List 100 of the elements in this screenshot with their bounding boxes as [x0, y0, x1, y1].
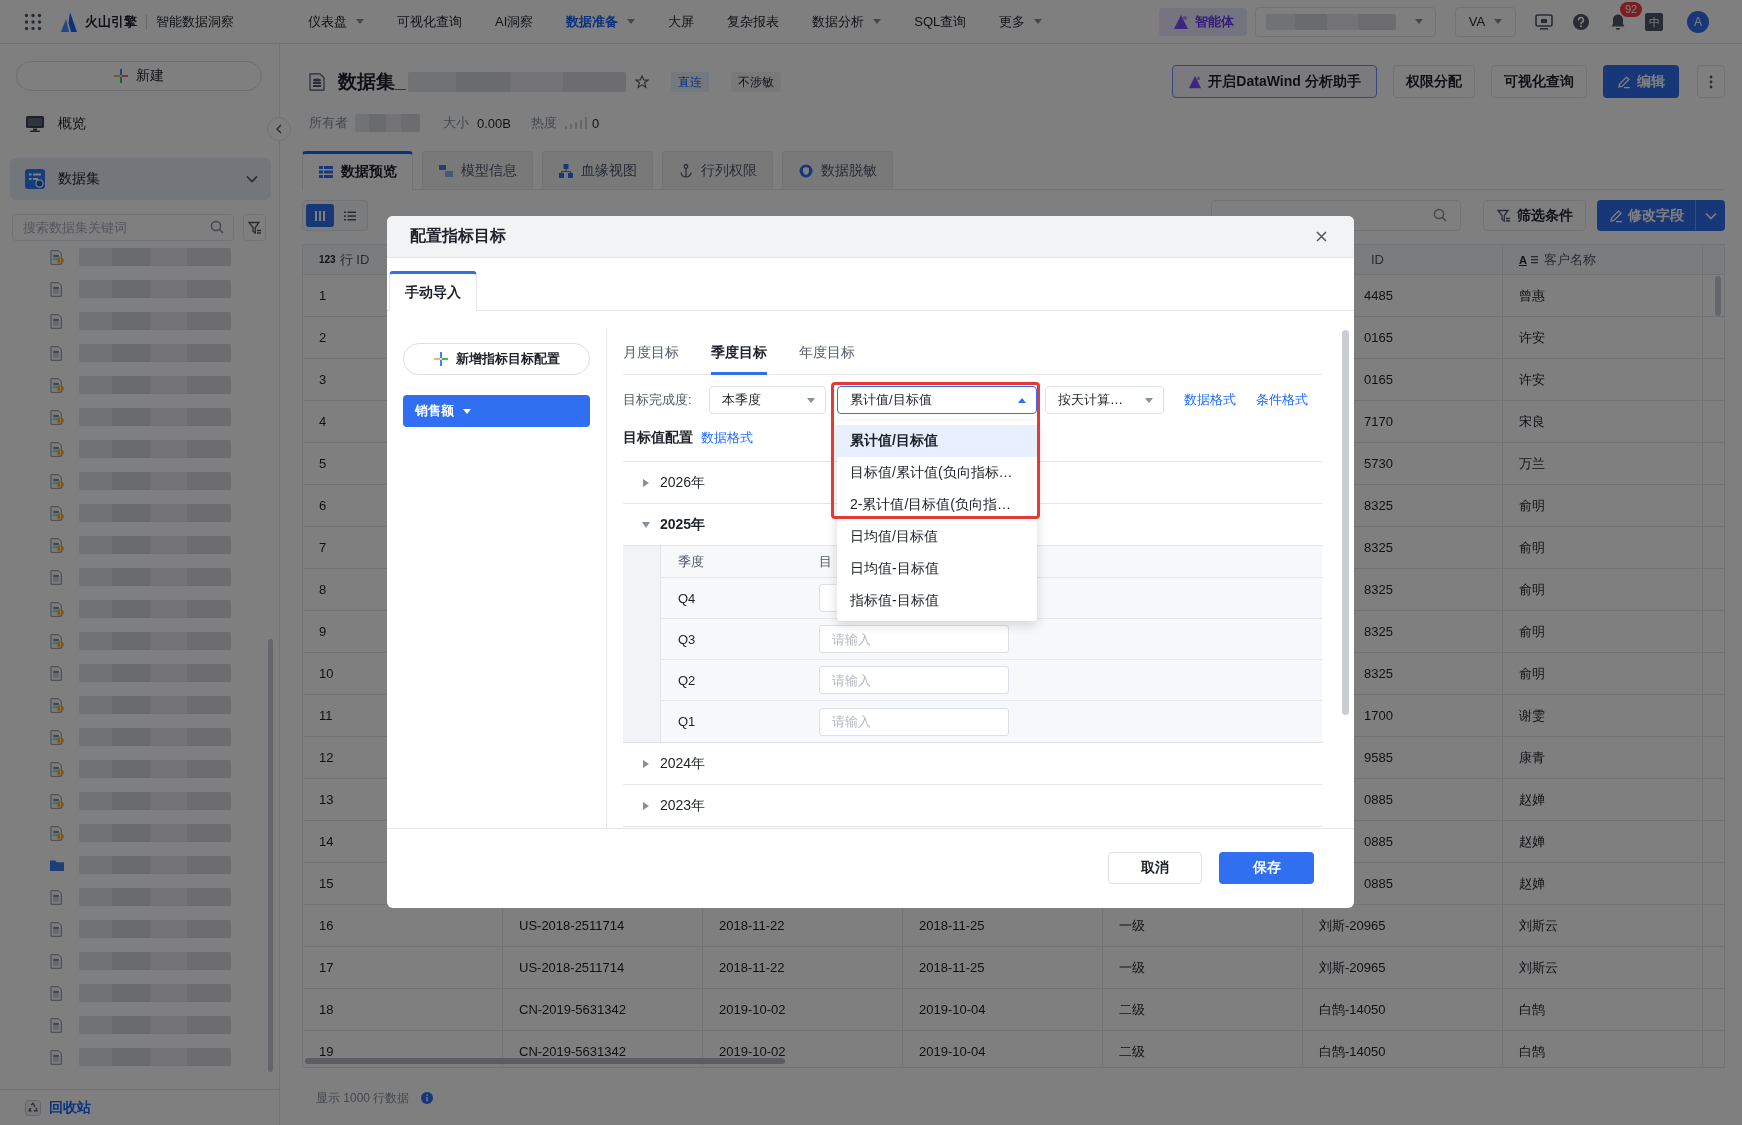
star-icon[interactable]	[634, 74, 649, 89]
close-icon[interactable]	[1316, 231, 1327, 242]
help-icon[interactable]	[1572, 12, 1590, 31]
apps-grid-icon[interactable]	[24, 12, 42, 31]
cell-value: 万兰	[1519, 454, 1545, 473]
nav-menu-item[interactable]: 更多	[999, 12, 1043, 31]
dataset-warning-icon	[50, 249, 64, 265]
cell-value: 0165	[1364, 330, 1393, 345]
method-select[interactable]: 按天计算…	[1045, 386, 1164, 414]
tab[interactable]: 血缘视图	[542, 151, 653, 189]
new-button[interactable]: 新建	[16, 61, 262, 91]
cell-value: 12	[319, 750, 334, 765]
dropdown-option[interactable]: 累计值/目标值	[837, 425, 1037, 457]
language-button[interactable]: 中	[1645, 12, 1663, 31]
nav-menu-item[interactable]: SQL查询	[914, 12, 967, 31]
dropdown-button[interactable]	[1695, 200, 1725, 231]
cell-value: 刘斯-20965	[1319, 916, 1386, 935]
period-select[interactable]: 本季度	[709, 386, 826, 414]
dialog-button[interactable]: 取消	[1108, 852, 1202, 884]
period-tab[interactable]: 月度目标	[623, 328, 679, 375]
nav-menu-item[interactable]: 数据准备	[566, 12, 636, 31]
edit-fields-button[interactable]: 修改字段	[1597, 200, 1695, 231]
period-tab[interactable]: 季度目标	[711, 328, 767, 375]
dataset-file-icon	[50, 569, 64, 585]
nav-menu-item[interactable]: 仪表盘	[308, 12, 364, 31]
cell-value: 6	[319, 498, 327, 513]
cell-value: 4	[319, 414, 327, 429]
table-horizontal-scrollbar[interactable]	[305, 1058, 785, 1064]
format-link[interactable]: 数据格式	[1184, 391, 1236, 409]
dataset-warning-icon	[50, 601, 64, 617]
info-icon	[421, 1092, 434, 1104]
squares-icon	[438, 163, 453, 178]
dataset-warning-icon	[50, 729, 64, 745]
dropdown-option[interactable]: 指标值-目标值	[837, 585, 1037, 617]
table-vertical-scrollbar[interactable]	[1715, 276, 1721, 316]
target-input[interactable]: 请输入	[819, 707, 1009, 736]
cell-value: 0885	[1364, 876, 1393, 891]
format-link[interactable]: 数据格式	[701, 429, 753, 447]
dropdown-option[interactable]: 日均值-目标值	[837, 553, 1037, 585]
signal-bars-icon	[565, 117, 587, 129]
cell-value: 1	[319, 288, 327, 303]
nav-menu-item[interactable]: 大屏	[668, 12, 695, 31]
monitor-icon	[25, 114, 45, 134]
sidebar-scrollbar[interactable]	[268, 639, 273, 1072]
view-button[interactable]	[306, 204, 334, 227]
tab[interactable]: 模型信息	[422, 151, 533, 189]
nav-menu-item[interactable]: 数据分析	[812, 12, 882, 31]
dataset-warning-icon	[50, 825, 64, 841]
dataset-warning-icon	[50, 441, 64, 457]
user-select[interactable]: VA	[1455, 6, 1516, 37]
monitor-icon[interactable]	[1535, 12, 1553, 31]
cell-value: 二级	[1119, 1000, 1145, 1019]
dataset-warning-icon	[50, 473, 64, 489]
sidebar-item[interactable]: 数据集	[10, 158, 271, 200]
cell-value: 刘斯-20965	[1319, 958, 1386, 977]
period-tab[interactable]: 年度目标	[799, 328, 855, 375]
notification-badge: 92	[1620, 1, 1643, 17]
pencil-icon	[1608, 208, 1623, 223]
dataset-warning-icon	[50, 377, 64, 393]
year-row[interactable]: 2023年	[623, 785, 1322, 827]
quarter-label: Q3	[677, 631, 697, 647]
shield-icon	[798, 163, 813, 178]
dataset-warning-icon	[50, 537, 64, 553]
recycle-bin-link[interactable]: 回收站	[25, 1098, 91, 1117]
avatar[interactable]: A	[1687, 10, 1709, 33]
action-button[interactable]: 编辑	[1603, 65, 1679, 98]
nav-menu-item[interactable]: 复杂报表	[727, 12, 780, 31]
agent-button[interactable]: 智能体	[1159, 7, 1247, 36]
filter-button[interactable]	[243, 214, 266, 241]
action-button[interactable]: 可视化查询	[1491, 65, 1587, 98]
tab[interactable]: 手动导入	[389, 271, 477, 311]
cell-value: 白鹄	[1519, 1042, 1545, 1061]
caret-down-icon	[463, 408, 471, 414]
tab[interactable]: 数据预览	[302, 151, 413, 190]
dialog-button[interactable]: 保存	[1219, 852, 1314, 884]
dialog-scrollbar[interactable]	[1342, 330, 1349, 715]
cell-value: 19	[319, 1044, 334, 1059]
dropdown-option[interactable]: 日均值/目标值	[837, 521, 1037, 553]
cell-value: CN-2019-5631342	[519, 1044, 626, 1059]
nav-menu-item[interactable]: 可视化查询	[397, 12, 462, 31]
cell-value: 18	[319, 1002, 334, 1017]
caret-down-icon	[1034, 19, 1043, 24]
year-row[interactable]: 2024年	[623, 743, 1322, 785]
filter-button[interactable]: 筛选条件	[1483, 200, 1586, 231]
format-link[interactable]: 条件格式	[1256, 391, 1308, 409]
action-button[interactable]: 权限分配	[1393, 65, 1475, 98]
action-button[interactable]: 开启DataWind 分析助手	[1172, 65, 1377, 98]
target-input[interactable]: 请输入	[819, 666, 1009, 694]
bell-icon[interactable]	[1609, 12, 1627, 31]
dataset-warning-icon	[50, 793, 64, 809]
caret-down-icon	[356, 19, 364, 24]
cell-value: 刘斯云	[1519, 958, 1558, 977]
target-input[interactable]: 请输入	[819, 625, 1009, 653]
tab[interactable]: 数据脱敏	[782, 151, 893, 189]
cell-value: US-2018-2511714	[519, 918, 625, 933]
metric-item[interactable]: 销售额	[403, 395, 590, 427]
nav-menu-item[interactable]: AI洞察	[495, 12, 534, 31]
add-target-button[interactable]: 新增指标目标配置	[403, 343, 590, 375]
tab[interactable]: 行列权限	[662, 151, 773, 189]
dataset-warning-icon	[50, 409, 64, 425]
